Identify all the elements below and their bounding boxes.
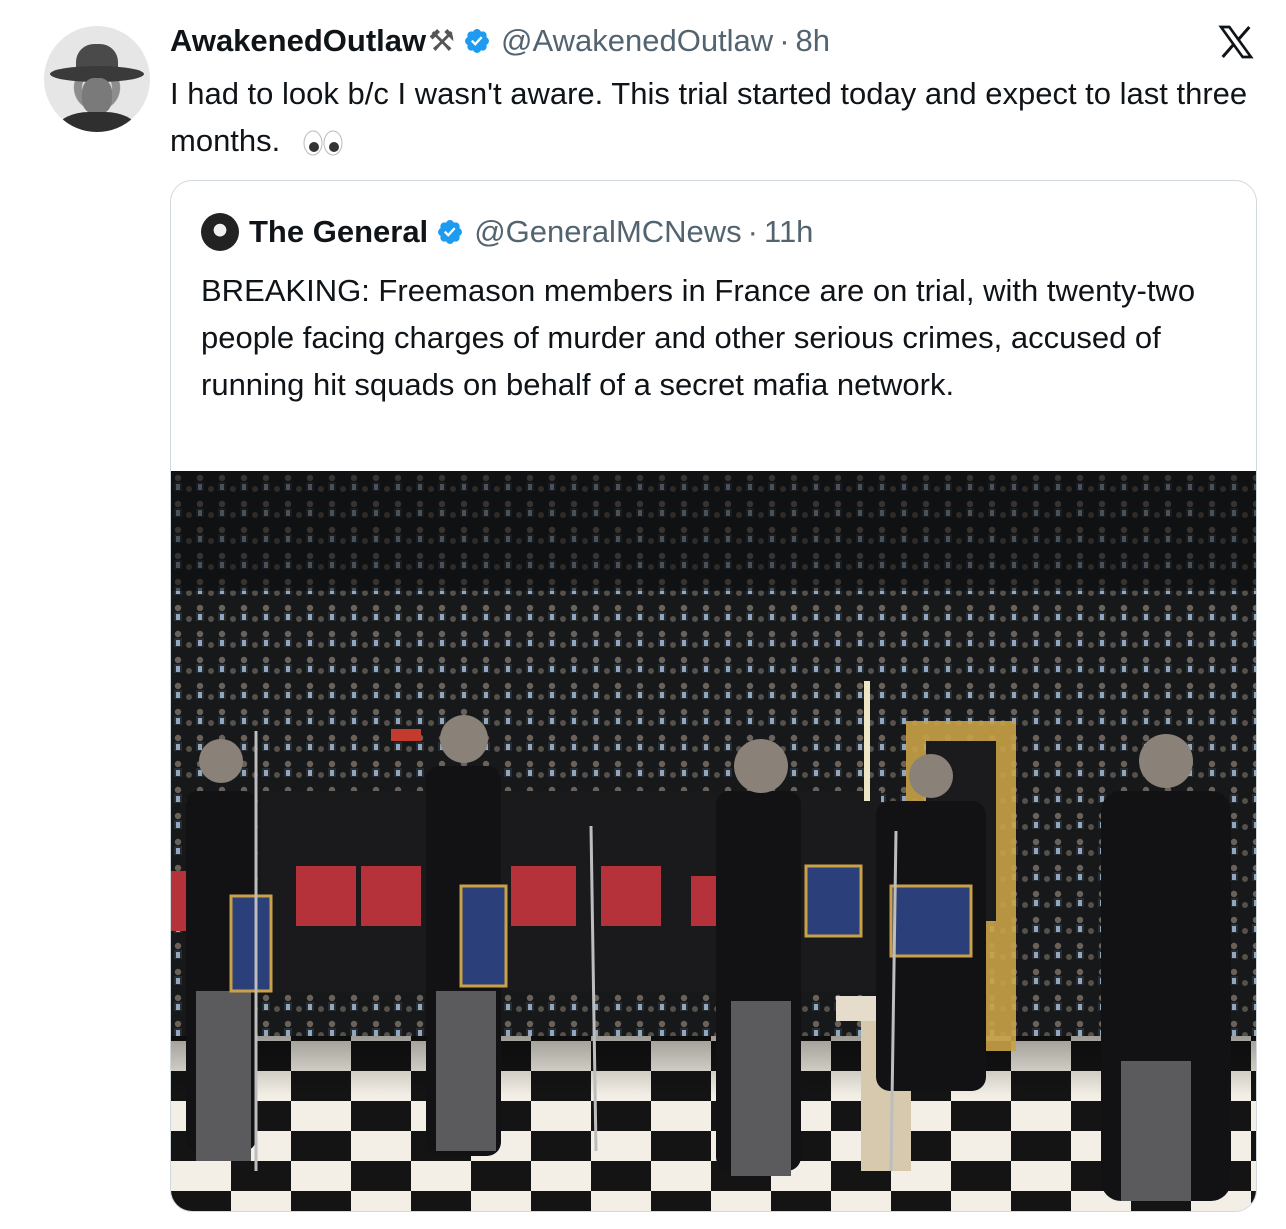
quoted-tweet-header: The General @GeneralMCNews · 11h [201,211,813,253]
quoted-tweet-text: BREAKING: Freemason members in France ar… [201,273,1196,402]
verified-badge-icon [438,220,463,244]
quoted-tweet-photo[interactable] [171,471,1256,1211]
quoted-timestamp[interactable]: 11h [764,214,813,250]
hammer-pick-icon: ⚒ [428,24,456,58]
verified-badge-icon [465,29,489,53]
quoted-handle[interactable]: @GeneralMCNews [474,214,741,250]
quoted-display-name[interactable]: The General [249,214,428,250]
eyes-emoji-icon [303,130,343,156]
author-handle[interactable]: @AwakenedOutlaw [501,23,773,59]
author-avatar[interactable] [44,26,150,132]
separator-dot: · [779,23,790,58]
separator-dot: · [747,214,758,249]
tweet-body: I had to look b/c I wasn't aware. This t… [170,70,1260,164]
tweet-timestamp[interactable]: 8h [796,23,830,59]
quoted-author-avatar[interactable] [201,213,239,251]
author-display-name[interactable]: AwakenedOutlaw [170,23,426,59]
quoted-tweet-card[interactable]: The General @GeneralMCNews · 11h BREAKIN… [170,180,1257,1212]
tweet-header: AwakenedOutlaw ⚒ @AwakenedOutlaw · 8h [170,20,830,62]
x-logo-icon [1218,25,1254,59]
